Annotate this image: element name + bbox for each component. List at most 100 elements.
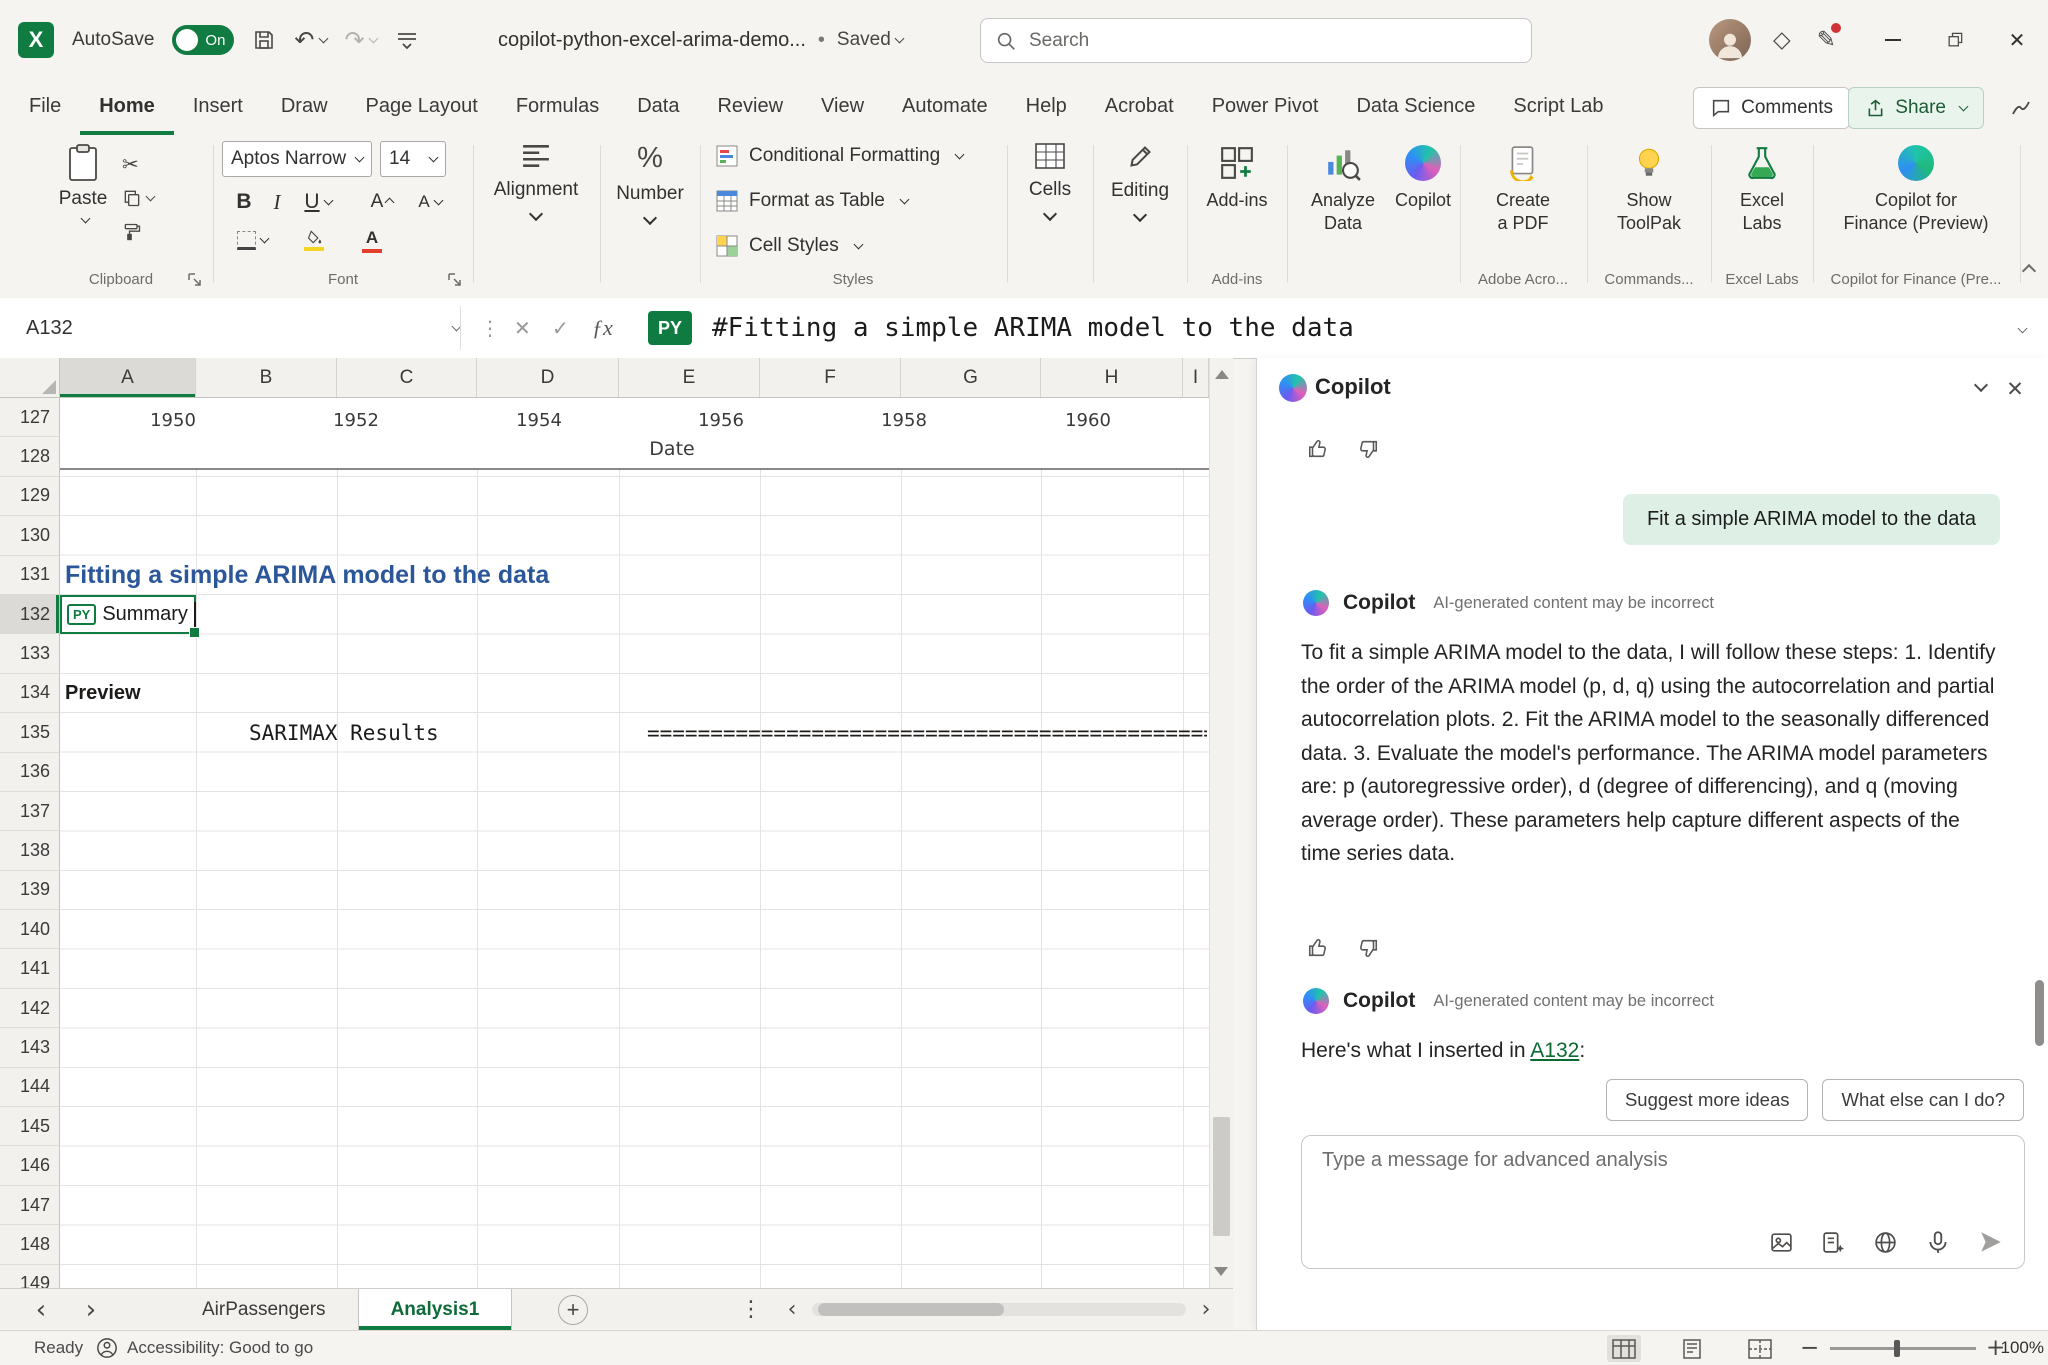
close-pane-button[interactable]: ✕ [1998,372,2032,406]
format-painter-button[interactable] [122,217,162,247]
ribbon-tab-insert[interactable]: Insert [174,80,262,135]
italic-button[interactable]: I [264,185,290,219]
row-header-146[interactable]: 146 [0,1146,60,1185]
cell-reference-link[interactable]: A132 [1530,1039,1579,1062]
ribbon-tab-help[interactable]: Help [1007,80,1086,135]
increase-font-size-button[interactable]: A [360,185,404,219]
undo-button[interactable]: ↶ [294,28,326,52]
formula-bar-drag-handle[interactable]: ⋮ [480,298,500,358]
column-header-D[interactable]: D [477,358,619,397]
quick-access-toolbar-button[interactable] [395,28,419,52]
feedback-pen-icon[interactable]: ✎ [1817,27,1836,53]
ribbon-tab-power-pivot[interactable]: Power Pivot [1193,80,1338,135]
formula-input[interactable]: #Fitting a simple ARIMA model to the dat… [712,298,1354,358]
thumbs-up-button[interactable] [1303,933,1333,963]
horizontal-scrollbar-thumb[interactable] [818,1303,1004,1316]
zoom-slider[interactable] [1830,1347,1976,1350]
prompt-guide-button[interactable] [1821,1230,1846,1255]
font-name-select[interactable]: Aptos Narrow [222,141,372,177]
font-color-button[interactable]: A [346,223,398,257]
ribbon-tab-automate[interactable]: Automate [883,80,1007,135]
row-header-127[interactable]: 127 [0,398,60,437]
cut-button[interactable]: ✂ [122,149,162,179]
row-header-137[interactable]: 137 [0,792,60,831]
thumbs-down-button[interactable] [1353,434,1383,464]
normal-view-button[interactable] [1607,1335,1641,1362]
ribbon-tab-data-science[interactable]: Data Science [1337,80,1494,135]
search-input[interactable] [1027,29,1531,53]
fill-handle[interactable] [189,627,200,638]
conditional-formatting-button[interactable]: Conditional Formatting [716,145,963,167]
show-toolpak-button[interactable]: Show ToolPak [1594,143,1704,235]
ribbon-tab-view[interactable]: View [802,80,883,135]
cell-styles-button[interactable]: Cell Styles [716,235,862,257]
saved-status-button[interactable]: Saved [837,29,903,51]
suggestion-chip-1[interactable]: Suggest more ideas [1606,1079,1809,1121]
next-sheet-button[interactable]: › [74,1289,108,1330]
row-header-131[interactable]: 131 [0,556,60,595]
editing-group-button[interactable]: Editing [1095,143,1185,223]
send-button[interactable] [1978,1229,2004,1255]
pane-scrollbar-thumb[interactable] [2035,980,2044,1046]
page-layout-view-button[interactable] [1675,1335,1709,1362]
add-image-button[interactable] [1769,1230,1794,1255]
close-button[interactable]: ✕ [1986,0,2048,80]
column-header-E[interactable]: E [619,358,760,397]
row-header-135[interactable]: 135 [0,713,60,752]
select-all-button[interactable] [0,358,60,398]
ribbon-tab-home[interactable]: Home [80,80,174,135]
scroll-right-arrow[interactable]: › [1192,1289,1220,1330]
horizontal-scrollbar[interactable] [812,1303,1186,1316]
row-header-129[interactable]: 129 [0,477,60,516]
copy-button[interactable] [122,183,162,213]
fill-color-button[interactable] [288,223,340,257]
search-box[interactable] [980,18,1532,63]
comments-button[interactable]: Comments [1693,87,1850,129]
sheet-tab-airpassengers[interactable]: AirPassengers [170,1289,359,1330]
save-button[interactable] [252,28,276,52]
name-box[interactable]: A132 [26,298,460,358]
enter-button[interactable]: ✓ [552,298,569,358]
create-pdf-button[interactable]: Create a PDF [1468,143,1578,235]
ribbon-tab-draw[interactable]: Draw [262,80,347,135]
row-header-147[interactable]: 147 [0,1186,60,1225]
row-header-141[interactable]: 141 [0,949,60,988]
format-as-table-button[interactable]: Format as Table [716,190,908,212]
row-header-133[interactable]: 133 [0,634,60,673]
scroll-up-arrow[interactable] [1215,370,1229,379]
expand-formula-bar-button[interactable] [2014,322,2026,340]
copilot-message-input[interactable] [1320,1148,2004,1173]
row-header-130[interactable]: 130 [0,516,60,555]
alignment-group-button[interactable]: Alignment [471,143,601,222]
row-header-134[interactable]: 134 [0,674,60,713]
row-header-149[interactable]: 149 [0,1265,60,1288]
sheet-tab-analysis1[interactable]: Analysis1 [359,1289,513,1330]
underline-button[interactable]: U [294,185,342,219]
copilot-input-box[interactable] [1301,1135,2025,1269]
cancel-button[interactable]: ✕ [514,298,531,358]
page-break-view-button[interactable] [1743,1335,1777,1362]
row-header-143[interactable]: 143 [0,1028,60,1067]
excel-labs-button[interactable]: Excel Labs [1707,143,1817,235]
row-header-128[interactable]: 128 [0,437,60,476]
thumbs-up-button[interactable] [1303,434,1333,464]
collapse-ribbon-button[interactable] [2024,263,2034,281]
borders-button[interactable] [228,223,276,257]
copilot-finance-button[interactable]: Copilot for Finance (Preview) [1816,143,2016,235]
row-header-138[interactable]: 138 [0,831,60,870]
vertical-scrollbar[interactable] [1209,358,1233,1288]
collapse-pane-button[interactable] [1969,380,1986,398]
paste-button[interactable]: Paste [48,143,118,225]
copilot-ribbon-button[interactable]: Copilot [1368,143,1478,212]
decrease-font-size-button[interactable]: A [408,185,452,219]
row-header-148[interactable]: 148 [0,1225,60,1264]
font-dialog-launcher[interactable] [446,271,463,288]
cells-group-button[interactable]: Cells [1005,143,1095,222]
column-header-C[interactable]: C [337,358,477,397]
share-button[interactable]: Share [1848,87,1984,129]
new-sheet-button[interactable]: + [558,1295,588,1325]
ribbon-tab-page-layout[interactable]: Page Layout [347,80,497,135]
previous-sheet-button[interactable]: ‹ [24,1289,58,1330]
scroll-down-arrow[interactable] [1214,1267,1228,1276]
ribbon-display-options-button[interactable] [2008,96,2034,120]
